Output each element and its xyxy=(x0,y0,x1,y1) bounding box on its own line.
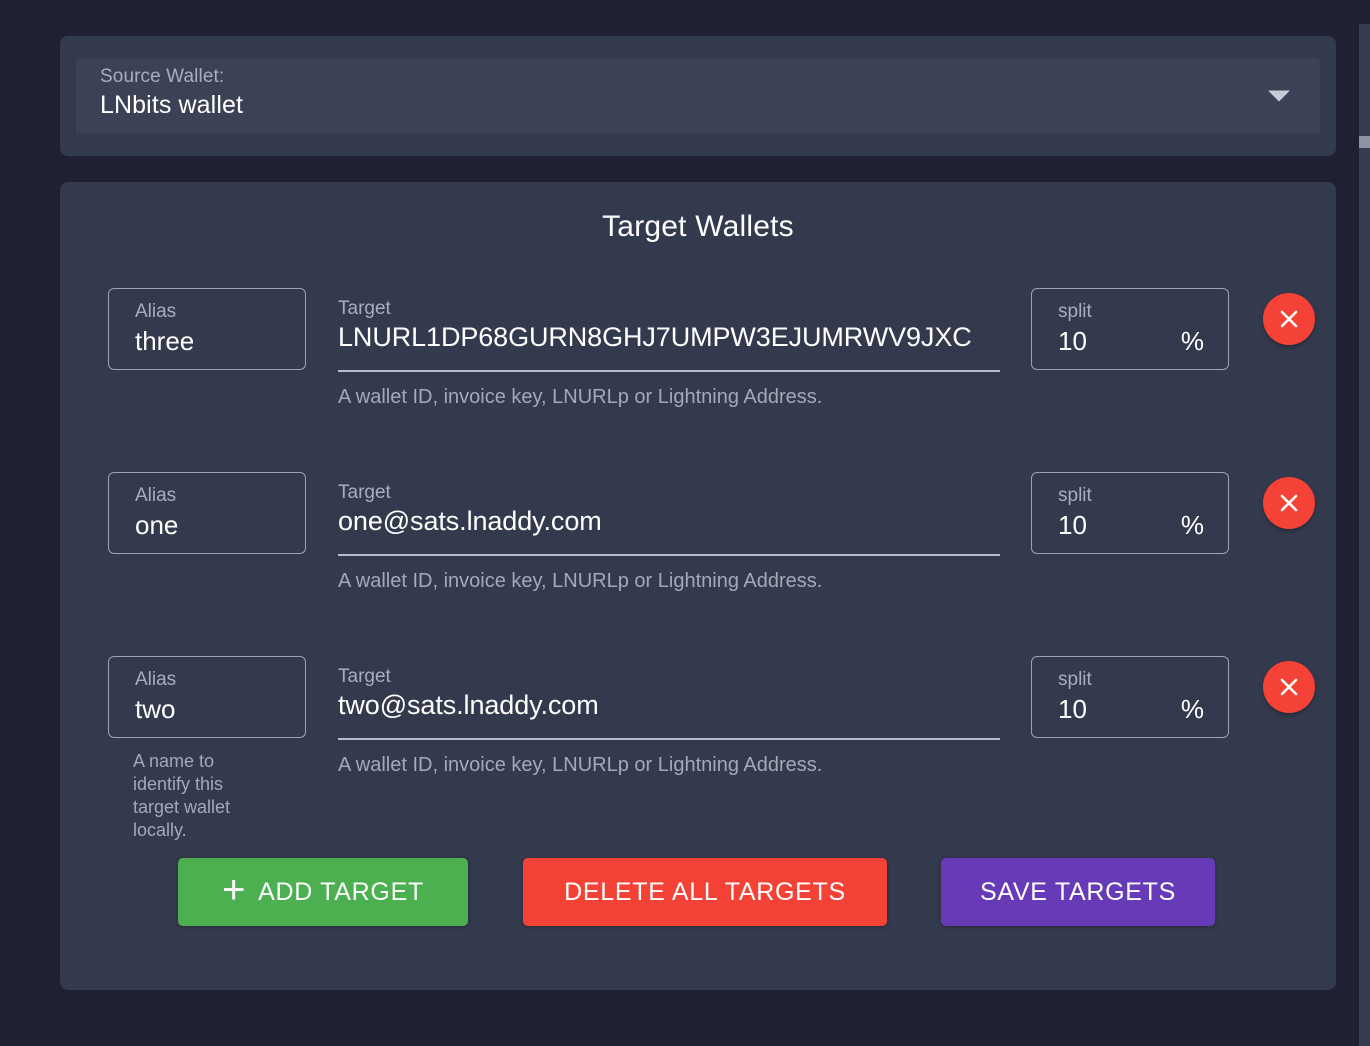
target-value: LNURL1DP68GURN8GHJ7UMPW3EJUMRWV9JXC xyxy=(338,322,972,352)
delete-target-button[interactable] xyxy=(1263,661,1315,713)
alias-value: three xyxy=(135,326,195,356)
percent-suffix: % xyxy=(1180,326,1204,356)
split-field[interactable]: split 10 % xyxy=(1031,288,1229,370)
add-target-button[interactable]: + ADD TARGET xyxy=(178,858,468,926)
save-targets-label: SAVE TARGETS xyxy=(980,877,1176,906)
add-target-label: ADD TARGET xyxy=(258,877,424,906)
target-label: Target xyxy=(338,666,391,687)
delete-all-targets-button[interactable]: DELETE ALL TARGETS xyxy=(523,858,887,926)
table-row: Alias one Target one@sats.lnaddy.com A w… xyxy=(60,470,1336,654)
source-wallet-label: Source Wallet: xyxy=(100,66,225,87)
delete-target-button[interactable] xyxy=(1263,293,1315,345)
delete-all-targets-label: DELETE ALL TARGETS xyxy=(564,877,846,906)
alias-field[interactable]: Alias two xyxy=(108,656,306,738)
source-wallet-value: LNbits wallet xyxy=(100,91,244,119)
scrollbar-track[interactable] xyxy=(1359,24,1370,1046)
target-label: Target xyxy=(338,482,391,503)
split-field[interactable]: split 10 % xyxy=(1031,472,1229,554)
split-value: 10 xyxy=(1058,694,1087,724)
table-row: Alias three Target LNURL1DP68GURN8GHJ7UM… xyxy=(60,286,1336,470)
split-label: split xyxy=(1058,669,1092,690)
split-field[interactable]: split 10 % xyxy=(1031,656,1229,738)
scrollbar-thumb[interactable] xyxy=(1359,136,1370,148)
close-icon xyxy=(1280,310,1298,328)
alias-hint: A name to identify this target wallet lo… xyxy=(133,751,231,840)
save-targets-button[interactable]: SAVE TARGETS xyxy=(941,858,1215,926)
source-wallet-card: Source Wallet: LNbits wallet xyxy=(60,36,1336,156)
alias-field[interactable]: Alias three xyxy=(108,288,306,370)
split-label: split xyxy=(1058,301,1092,322)
alias-label: Alias xyxy=(135,301,177,322)
chevron-down-icon[interactable] xyxy=(1268,90,1290,102)
split-value: 10 xyxy=(1058,510,1087,540)
percent-suffix: % xyxy=(1180,694,1204,724)
target-hint: A wallet ID, invoice key, LNURLp or Ligh… xyxy=(338,570,823,592)
alias-field[interactable]: Alias one xyxy=(108,472,306,554)
target-input[interactable]: Target two@sats.lnaddy.com xyxy=(338,666,1000,740)
table-row: Alias two A name to identify this target… xyxy=(60,654,1336,840)
split-value: 10 xyxy=(1058,326,1087,356)
target-input[interactable]: Target LNURL1DP68GURN8GHJ7UMPW3EJUMRWV9J… xyxy=(338,298,1000,372)
target-value: two@sats.lnaddy.com xyxy=(338,690,599,720)
alias-value: one xyxy=(135,510,179,540)
target-wallets-card: Target Wallets Alias three Target LNURL1… xyxy=(60,182,1336,990)
percent-suffix: % xyxy=(1180,510,1204,540)
target-hint: A wallet ID, invoice key, LNURLp or Ligh… xyxy=(338,386,823,408)
target-rows-list: Alias three Target LNURL1DP68GURN8GHJ7UM… xyxy=(60,286,1336,840)
delete-target-button[interactable] xyxy=(1263,477,1315,529)
split-label: split xyxy=(1058,485,1092,506)
target-label: Target xyxy=(338,298,391,319)
target-input[interactable]: Target one@sats.lnaddy.com xyxy=(338,482,1000,556)
alias-label: Alias xyxy=(135,485,177,506)
alias-value: two xyxy=(135,694,176,724)
target-value: one@sats.lnaddy.com xyxy=(338,506,602,536)
close-icon xyxy=(1280,494,1298,512)
plus-icon: + xyxy=(222,868,247,912)
page-title: Target Wallets xyxy=(602,210,794,243)
source-wallet-select[interactable]: Source Wallet: LNbits wallet xyxy=(76,58,1320,134)
target-hint: A wallet ID, invoice key, LNURLp or Ligh… xyxy=(338,754,823,776)
alias-label: Alias xyxy=(135,669,177,690)
action-bar: + ADD TARGET DELETE ALL TARGETS SAVE TAR… xyxy=(60,858,1336,926)
close-icon xyxy=(1280,678,1298,696)
